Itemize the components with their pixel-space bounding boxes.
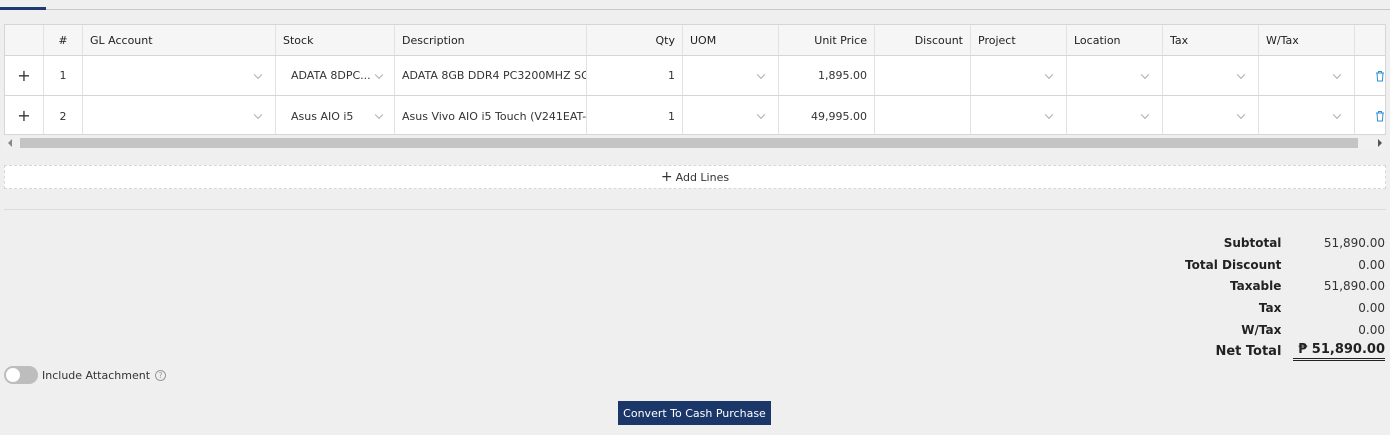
uom-select[interactable] bbox=[683, 96, 779, 134]
taxable-label: Taxable bbox=[1229, 279, 1282, 294]
totals-summary: Subtotal 51,890.00 Total Discount 0.00 T… bbox=[1085, 232, 1385, 362]
total-discount-label: Total Discount bbox=[1185, 257, 1282, 272]
include-attachment-toggle[interactable] bbox=[4, 366, 38, 384]
chevron-down-icon bbox=[1332, 70, 1342, 79]
toggle-knob bbox=[6, 368, 20, 382]
total-discount-value: 0.00 bbox=[1358, 257, 1385, 272]
header-unit-price[interactable]: Unit Price bbox=[779, 25, 875, 55]
header-stock[interactable]: Stock bbox=[276, 25, 395, 55]
chevron-down-icon bbox=[1140, 70, 1150, 79]
include-attachment-label: Include Attachment bbox=[42, 368, 151, 382]
description-input[interactable]: ADATA 8GB DDR4 PC3200MHZ SOD bbox=[395, 56, 587, 95]
tab-strip bbox=[0, 0, 1390, 10]
chevron-down-icon bbox=[756, 110, 766, 120]
tax-select[interactable] bbox=[1163, 56, 1259, 95]
unit-price-input[interactable]: 1,895.00 bbox=[779, 56, 875, 95]
taxable-value: 51,890.00 bbox=[1323, 279, 1385, 294]
subtotal-value: 51,890.00 bbox=[1323, 235, 1385, 250]
chevron-down-icon bbox=[1332, 110, 1342, 120]
add-row-button[interactable]: + bbox=[5, 56, 44, 95]
discount-input[interactable] bbox=[875, 96, 971, 134]
qty-input[interactable]: 1 bbox=[587, 56, 683, 95]
chevron-down-icon bbox=[1044, 110, 1054, 120]
subtotal-row: Subtotal 51,890.00 bbox=[1085, 232, 1385, 254]
add-lines-button[interactable]: + Add Lines bbox=[4, 165, 1386, 189]
table-row: + 1 ADATA 8DPC... ADATA 8GB DDR4 PC3200M… bbox=[5, 56, 1385, 96]
header-project[interactable]: Project bbox=[971, 25, 1067, 55]
net-total-row: Net Total ₱ 51,890.00 bbox=[1085, 340, 1385, 362]
header-description[interactable]: Description bbox=[395, 25, 587, 55]
trash-icon[interactable] bbox=[1375, 110, 1385, 122]
horizontal-scrollbar[interactable] bbox=[4, 136, 1386, 150]
discount-input[interactable] bbox=[875, 56, 971, 95]
unit-price-input[interactable]: 49,995.00 bbox=[779, 96, 875, 134]
net-total-value: ₱ 51,890.00 bbox=[1293, 342, 1385, 361]
location-select[interactable] bbox=[1067, 96, 1163, 134]
wtax-select[interactable] bbox=[1259, 56, 1355, 95]
active-tab-indicator bbox=[0, 7, 46, 10]
chevron-down-icon bbox=[1044, 70, 1054, 79]
plus-icon: + bbox=[17, 106, 31, 125]
chevron-down-icon bbox=[1236, 70, 1246, 79]
chevron-down-icon bbox=[253, 110, 263, 120]
convert-to-cash-purchase-button[interactable]: Convert To Cash Purchase bbox=[618, 401, 771, 425]
table-header: # GL Account Stock Description Qty UOM U… bbox=[5, 25, 1385, 56]
header-expand bbox=[5, 25, 44, 55]
chevron-down-icon bbox=[374, 110, 384, 120]
tax-row: Tax 0.00 bbox=[1085, 297, 1385, 319]
header-tax[interactable]: Tax bbox=[1163, 25, 1259, 55]
header-qty[interactable]: Qty bbox=[587, 25, 683, 55]
header-discount[interactable]: Discount bbox=[875, 25, 971, 55]
chevron-down-icon bbox=[756, 70, 766, 79]
plus-icon: + bbox=[660, 169, 673, 185]
total-discount-row: Total Discount 0.00 bbox=[1085, 254, 1385, 276]
table-row: + 2 Asus AIO i5 Asus Vivo AIO i5 Touch (… bbox=[5, 96, 1385, 134]
wtax-select[interactable] bbox=[1259, 96, 1355, 134]
header-number: # bbox=[44, 25, 83, 55]
location-select[interactable] bbox=[1067, 56, 1163, 95]
line-items-table: # GL Account Stock Description Qty UOM U… bbox=[4, 24, 1386, 135]
tax-select[interactable] bbox=[1163, 96, 1259, 134]
add-row-button[interactable]: + bbox=[5, 96, 44, 134]
tax-value: 0.00 bbox=[1358, 300, 1385, 315]
header-uom[interactable]: UOM bbox=[683, 25, 779, 55]
subtotal-label: Subtotal bbox=[1223, 235, 1282, 250]
gl-account-select[interactable] bbox=[83, 56, 276, 95]
scroll-right-arrow-icon[interactable] bbox=[1378, 139, 1382, 147]
scroll-left-arrow-icon[interactable] bbox=[8, 139, 12, 147]
gl-account-select[interactable] bbox=[83, 96, 276, 134]
description-input[interactable]: Asus Vivo AIO i5 Touch (V241EAT-BA bbox=[395, 96, 587, 134]
row-number: 1 bbox=[44, 56, 83, 95]
include-attachment-control: Include Attachment ? bbox=[4, 365, 167, 385]
add-lines-label: Add Lines bbox=[675, 170, 730, 184]
uom-select[interactable] bbox=[683, 56, 779, 95]
plus-icon: + bbox=[17, 65, 31, 85]
stock-select[interactable]: ADATA 8DPC... bbox=[276, 56, 395, 95]
chevron-down-icon bbox=[1236, 110, 1246, 120]
question-circle-icon[interactable]: ? bbox=[155, 369, 167, 381]
project-select[interactable] bbox=[971, 96, 1067, 134]
header-location[interactable]: Location bbox=[1067, 25, 1163, 55]
project-select[interactable] bbox=[971, 56, 1067, 95]
wtax-label: W/Tax bbox=[1241, 322, 1282, 337]
net-total-label: Net Total bbox=[1215, 343, 1282, 359]
wtax-value: 0.00 bbox=[1358, 322, 1385, 337]
tax-label: Tax bbox=[1258, 300, 1282, 315]
chevron-down-icon bbox=[1140, 110, 1150, 120]
stock-select[interactable]: Asus AIO i5 bbox=[276, 96, 395, 134]
chevron-down-icon bbox=[374, 70, 384, 79]
wtax-row: W/Tax 0.00 bbox=[1085, 319, 1385, 341]
scrollbar-thumb[interactable] bbox=[20, 138, 1358, 148]
header-wtax[interactable]: W/Tax bbox=[1259, 25, 1355, 55]
trash-icon[interactable] bbox=[1375, 70, 1385, 82]
row-number: 2 bbox=[44, 96, 83, 134]
divider bbox=[4, 209, 1386, 210]
header-gl-account[interactable]: GL Account bbox=[83, 25, 276, 55]
chevron-down-icon bbox=[253, 70, 263, 79]
taxable-row: Taxable 51,890.00 bbox=[1085, 275, 1385, 297]
qty-input[interactable]: 1 bbox=[587, 96, 683, 134]
